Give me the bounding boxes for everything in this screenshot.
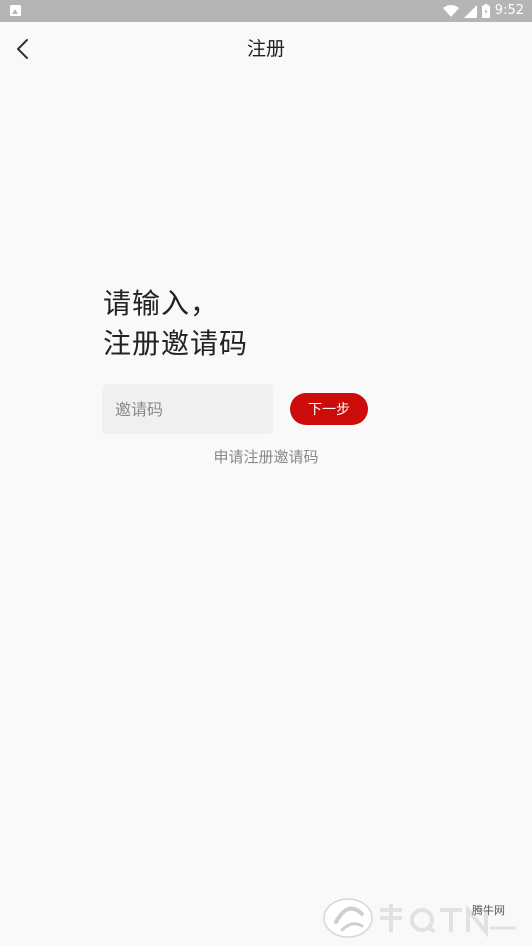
invite-prompt: 请输入， 注册邀请码: [103, 284, 248, 364]
cell-signal-icon: [463, 4, 477, 18]
app-bar: 注册: [0, 22, 532, 76]
status-time: 9:52: [494, 3, 524, 18]
page-title: 注册: [246, 38, 285, 60]
wifi-icon: [442, 4, 459, 17]
prompt-line-1: 请输入，: [103, 287, 220, 320]
prompt-line-2: 注册邀请码: [103, 327, 249, 360]
back-button[interactable]: [6, 30, 44, 68]
next-step-button[interactable]: 下一步: [290, 393, 368, 425]
status-icons: 9:52: [442, 0, 524, 22]
notification-icon: [10, 5, 21, 16]
invite-code-input[interactable]: [102, 384, 273, 434]
watermark-label: 腾牛网: [472, 904, 505, 917]
battery-icon: [481, 4, 490, 18]
back-arrow-icon: [17, 39, 28, 59]
status-bar: 9:52: [0, 0, 532, 22]
apply-invite-code-link[interactable]: 申请注册邀请码: [0, 446, 532, 467]
